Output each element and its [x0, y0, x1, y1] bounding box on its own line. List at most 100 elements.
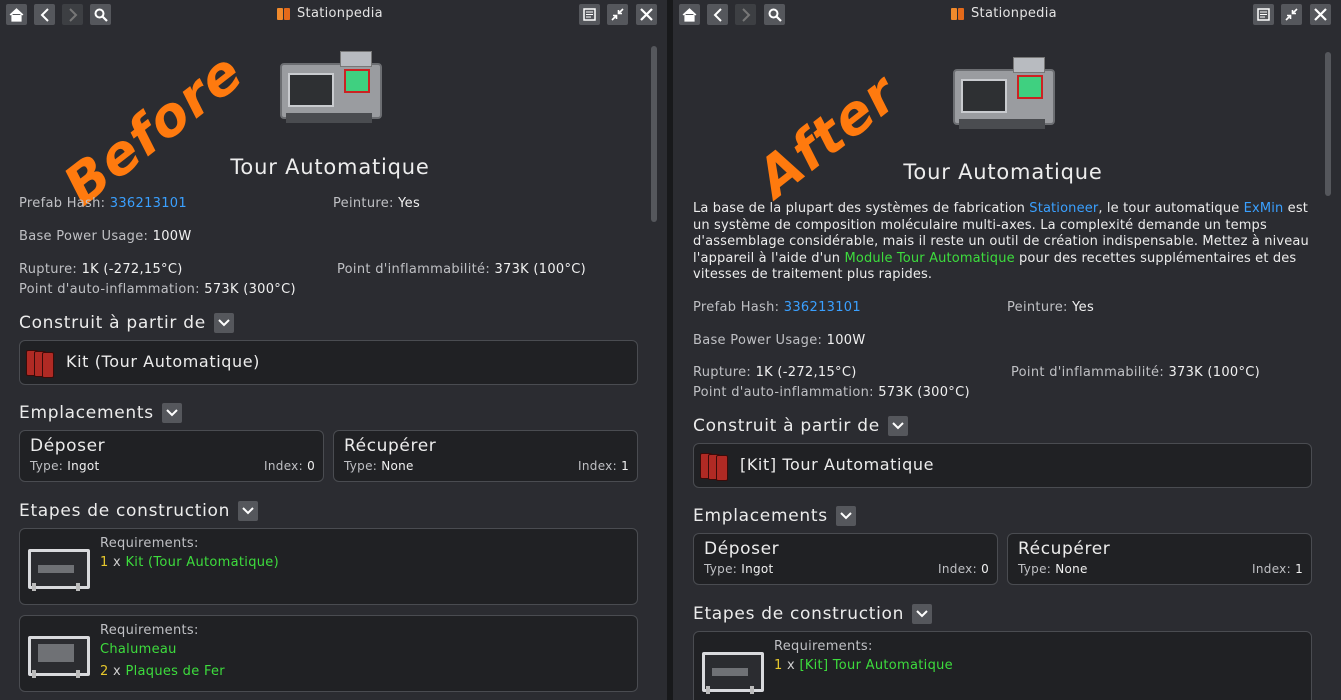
rupture-label: Rupture:	[19, 262, 78, 277]
close-button[interactable]	[1310, 4, 1331, 25]
chevron-down-icon	[892, 422, 904, 430]
requirements-heading: Requirements:	[100, 623, 199, 638]
requirement-line: 1 x [Kit] Tour Automatique	[774, 658, 953, 673]
requirement-times: x	[787, 658, 796, 673]
requirement-item-link[interactable]: Plaques de Fer	[125, 664, 225, 679]
frame-icon	[698, 646, 764, 694]
built-from-toggle[interactable]	[887, 416, 908, 436]
autoignition-label: Point d'auto-inflammation:	[693, 385, 874, 400]
scrollbar[interactable]	[651, 46, 657, 222]
requirements-heading: Requirements:	[774, 639, 873, 654]
description-link-exmin[interactable]: ExMin	[1244, 201, 1284, 216]
requirement-line: 2 x Plaques de Fer	[100, 664, 225, 679]
close-icon	[1314, 8, 1327, 21]
forward-arrow-icon	[68, 7, 77, 22]
slot-index-label: Index:	[938, 562, 977, 576]
slot-type-label: Type:	[30, 459, 64, 473]
title-bar: Stationpedia	[0, 0, 667, 32]
slot-card[interactable]: Déposer Type: Ingot Index: 0	[693, 533, 998, 585]
autoignition: Point d'auto-inflammation: 573K (300°C)	[693, 385, 970, 400]
frame-icon	[24, 630, 90, 678]
requirement-times: x	[113, 664, 122, 679]
paint: Peinture: Yes	[1007, 300, 1094, 315]
base-power-usage: Base Power Usage: 100W	[693, 333, 866, 348]
requirement-tool: Chalumeau	[100, 642, 177, 657]
slot-index: Index: 0	[264, 459, 315, 473]
chevron-down-icon	[218, 319, 230, 327]
slots-section: Emplacements	[693, 506, 856, 526]
flammability: Point d'inflammabilité: 373K (100°C)	[337, 262, 586, 277]
paint: Peinture: Yes	[333, 196, 420, 211]
slot-type: Type: Ingot	[30, 459, 100, 473]
book-icon	[951, 7, 965, 21]
notes-button[interactable]	[1253, 4, 1274, 25]
slots-toggle[interactable]	[161, 403, 182, 423]
slot-index-label: Index:	[1252, 562, 1291, 576]
notes-button[interactable]	[579, 4, 600, 25]
description-text: La base de la plupart des systèmes de fa…	[693, 201, 1030, 216]
slot-index-value: 1	[621, 459, 629, 473]
search-button[interactable]	[90, 4, 111, 25]
requirement-line: 1 x Kit (Tour Automatique)	[100, 555, 279, 570]
chevron-down-icon	[242, 507, 254, 515]
search-button[interactable]	[764, 4, 785, 25]
prefab-hash-label: Prefab Hash:	[693, 300, 780, 315]
autoignition: Point d'auto-inflammation: 573K (300°C)	[19, 282, 296, 297]
rupture: Rupture: 1K (-272,15°C)	[693, 365, 857, 380]
built-from-toggle[interactable]	[213, 313, 234, 333]
slot-type-value: Ingot	[741, 562, 774, 576]
description-link-module[interactable]: Module Tour Automatique	[844, 251, 1014, 266]
flammability-value: 373K (100°C)	[1168, 365, 1261, 380]
steps-toggle[interactable]	[238, 501, 259, 521]
requirement-tool-link[interactable]: Chalumeau	[100, 642, 177, 657]
construction-steps-section: Etapes de construction	[693, 604, 933, 624]
flammability-value: 373K (100°C)	[494, 262, 587, 277]
kit-entry[interactable]: [Kit] Tour Automatique	[693, 443, 1312, 488]
home-button[interactable]	[679, 4, 700, 25]
title-bar: Stationpedia	[673, 0, 1341, 32]
prefab-hash-link[interactable]: 336213101	[110, 196, 187, 211]
watermark-after: After	[745, 61, 910, 210]
slots-heading: Emplacements	[19, 403, 154, 423]
requirement-item-link[interactable]: Kit (Tour Automatique)	[125, 555, 279, 570]
flammability-label: Point d'inflammabilité:	[337, 262, 490, 277]
rupture-label: Rupture:	[693, 365, 752, 380]
requirement-item-link[interactable]: [Kit] Tour Automatique	[799, 658, 953, 673]
kit-entry[interactable]: Kit (Tour Automatique)	[19, 340, 638, 385]
autoignition-value: 573K (300°C)	[204, 282, 296, 297]
prefab-hash-link[interactable]: 336213101	[784, 300, 861, 315]
prefab-hash: Prefab Hash: 336213101	[19, 196, 187, 211]
forward-button[interactable]	[735, 4, 756, 25]
slot-type: Type: Ingot	[704, 562, 774, 576]
back-button[interactable]	[34, 4, 55, 25]
back-button[interactable]	[707, 4, 728, 25]
minimize-icon	[611, 8, 624, 21]
prefab-hash: Prefab Hash: 336213101	[693, 300, 861, 315]
home-button[interactable]	[6, 4, 27, 25]
back-arrow-icon	[713, 7, 722, 22]
slot-index-label: Index:	[264, 459, 303, 473]
chevron-down-icon	[916, 610, 928, 618]
close-button[interactable]	[636, 4, 657, 25]
construction-step: Requirements: Chalumeau 2 x Plaques de F…	[19, 615, 638, 692]
paint-label: Peinture:	[1007, 300, 1068, 315]
slot-type: Type: None	[1018, 562, 1088, 576]
slot-card[interactable]: Récupérer Type: None Index: 1	[333, 430, 638, 482]
search-icon	[94, 8, 108, 22]
construction-steps-section: Etapes de construction	[19, 501, 259, 521]
steps-toggle[interactable]	[912, 604, 933, 624]
slots-toggle[interactable]	[835, 506, 856, 526]
slot-card[interactable]: Récupérer Type: None Index: 1	[1007, 533, 1312, 585]
power-value: 100W	[826, 333, 866, 348]
slot-type: Type: None	[344, 459, 414, 473]
item-description: La base de la plupart des systèmes de fa…	[693, 201, 1313, 284]
frame-icon	[24, 543, 90, 591]
autoignition-value: 573K (300°C)	[878, 385, 970, 400]
minimize-button[interactable]	[1281, 4, 1302, 25]
item-title: Tour Automatique	[230, 155, 430, 179]
slot-card[interactable]: Déposer Type: Ingot Index: 0	[19, 430, 324, 482]
minimize-button[interactable]	[607, 4, 628, 25]
window-title: Stationpedia	[951, 6, 1057, 21]
description-link-stationeer[interactable]: Stationeer	[1029, 201, 1098, 216]
forward-button[interactable]	[62, 4, 83, 25]
